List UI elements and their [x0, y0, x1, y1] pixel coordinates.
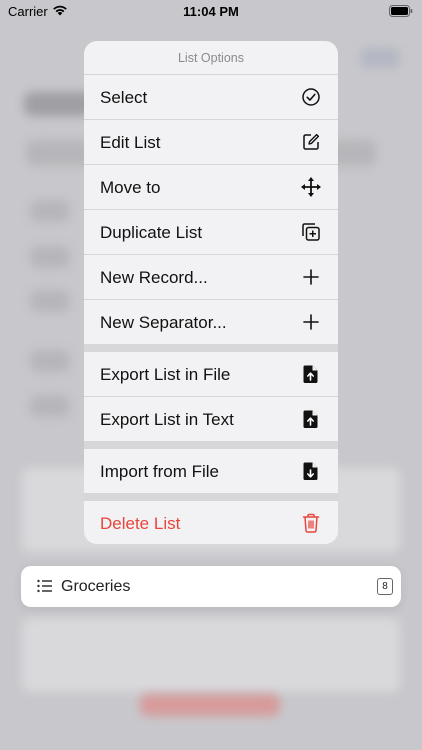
- export-text-icon: [300, 408, 322, 430]
- list-name: Groceries: [61, 578, 131, 595]
- menu-item-export-list-in-file[interactable]: Export List in File: [84, 352, 338, 397]
- blurred-delete-button: [140, 694, 280, 716]
- blurred-row: [30, 246, 70, 268]
- clock: 11:04 PM: [183, 4, 239, 19]
- menu-item-new-record[interactable]: New Record...: [84, 255, 338, 300]
- blurred-row: [30, 350, 70, 372]
- plus-icon: [300, 266, 322, 288]
- menu-item-label: Duplicate List: [100, 223, 203, 242]
- menu-group-separator: [84, 441, 338, 449]
- menu-item-label: Move to: [100, 178, 161, 197]
- blurred-row: [30, 290, 70, 312]
- menu-item-label: New Separator...: [100, 313, 227, 332]
- trash-icon: [300, 512, 322, 534]
- blurred-right-accessory: [360, 48, 400, 68]
- menu-title: List Options: [84, 41, 338, 75]
- menu-item-duplicate-list[interactable]: Duplicate List: [84, 210, 338, 255]
- list-options-menu: List Options Select Edit List Move to Du…: [84, 41, 338, 544]
- blurred-row: [30, 200, 70, 222]
- duplicate-icon: [300, 221, 322, 243]
- menu-item-import-from-file[interactable]: Import from File: [84, 449, 338, 493]
- menu-item-export-list-in-text[interactable]: Export List in Text: [84, 397, 338, 441]
- status-bar: Carrier 11:04 PM: [0, 0, 422, 24]
- list-row-groceries[interactable]: Groceries 8: [21, 566, 401, 607]
- menu-group-separator: [84, 344, 338, 352]
- move-arrows-icon: [300, 176, 322, 198]
- menu-item-label: New Record...: [100, 268, 208, 287]
- menu-item-label: Import from File: [100, 462, 220, 481]
- menu-item-label: Delete List: [100, 514, 181, 533]
- import-file-icon: [300, 460, 322, 482]
- menu-item-edit-list[interactable]: Edit List: [84, 120, 338, 165]
- menu-group-separator: [84, 493, 338, 501]
- menu-item-select[interactable]: Select: [84, 75, 338, 120]
- plus-icon: [300, 311, 322, 333]
- battery-icon: [389, 5, 413, 20]
- blurred-row: [30, 395, 70, 417]
- menu-item-delete-list[interactable]: Delete List: [84, 501, 338, 544]
- blurred-card: [22, 618, 400, 692]
- menu-item-label: Export List in Text: [100, 410, 234, 429]
- menu-item-label: Select: [100, 88, 148, 107]
- menu-item-label: Export List in File: [100, 365, 231, 384]
- export-file-icon: [300, 363, 322, 385]
- item-count-badge: 8: [377, 578, 393, 595]
- square-pencil-icon: [300, 131, 322, 153]
- menu-item-new-separator[interactable]: New Separator...: [84, 300, 338, 344]
- menu-item-label: Edit List: [100, 133, 161, 152]
- list-icon: [37, 579, 53, 598]
- checkmark-circle-icon: [300, 86, 322, 108]
- menu-item-move-to[interactable]: Move to: [84, 165, 338, 210]
